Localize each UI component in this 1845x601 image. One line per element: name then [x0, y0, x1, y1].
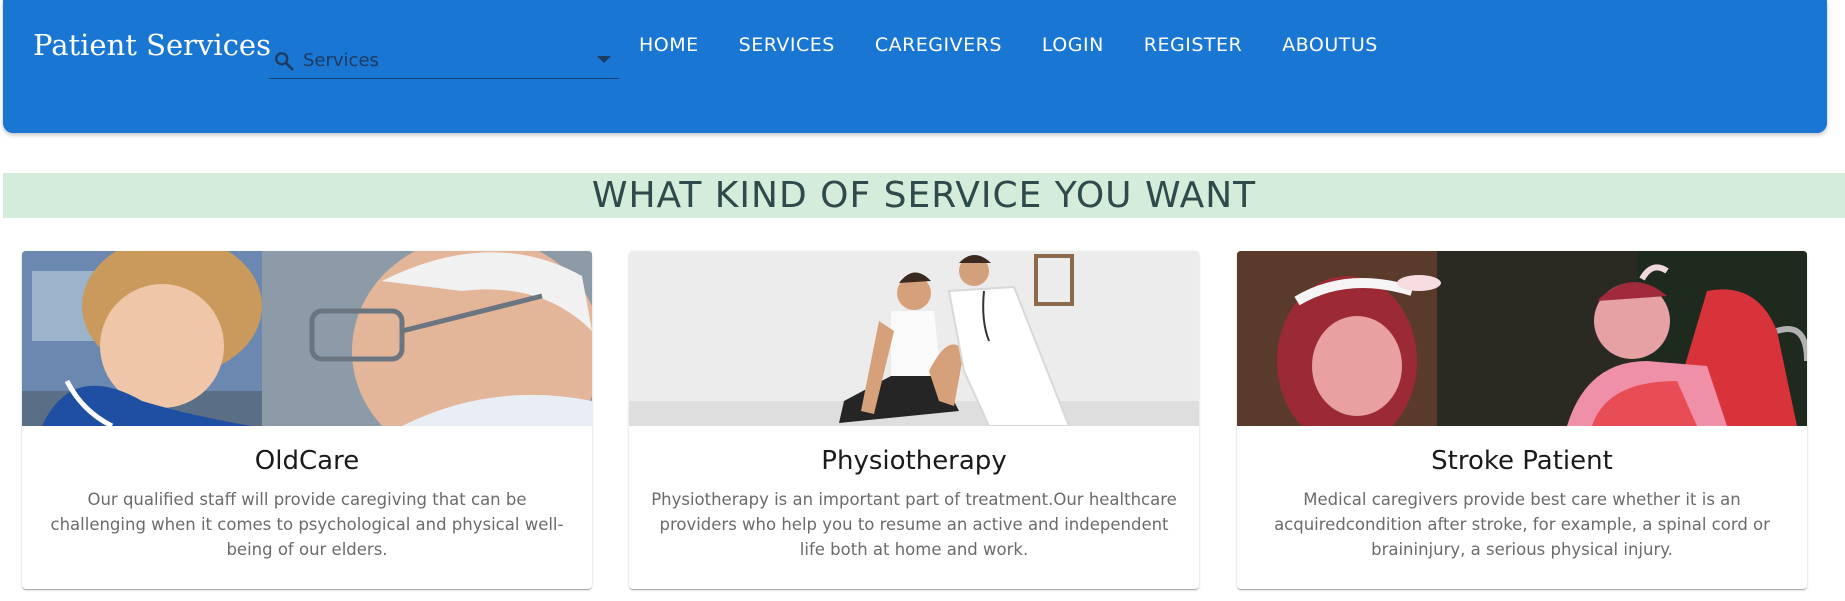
card-title: Stroke Patient: [1431, 446, 1613, 476]
physiotherapy-image: [629, 251, 1199, 426]
card-title: OldCare: [254, 446, 360, 476]
app-bar: Patient Services HOME SERVICES CAREGIVER…: [3, 0, 1827, 133]
search-input[interactable]: [303, 48, 573, 72]
dropdown-arrow-icon[interactable]: [597, 56, 611, 63]
card-description: Our qualified staff will provide caregiv…: [50, 490, 564, 559]
nav-home[interactable]: HOME: [639, 34, 699, 60]
brand-title[interactable]: Patient Services: [33, 28, 271, 62]
nav-caregivers[interactable]: CAREGIVERS: [875, 34, 1002, 60]
services-search[interactable]: [269, 44, 619, 79]
search-icon: [275, 52, 294, 71]
oldcare-image: [22, 251, 592, 426]
card-title: Physiotherapy: [821, 446, 1007, 476]
service-banner: WHAT KIND OF SERVICE YOU WANT: [3, 173, 1845, 218]
nav-register[interactable]: REGISTER: [1144, 34, 1242, 60]
page-heading: WHAT KIND OF SERVICE YOU WANT: [591, 175, 1257, 216]
nav-aboutus[interactable]: ABOUTUS: [1282, 34, 1378, 60]
stroke-patient-image: [1237, 251, 1807, 426]
service-card-stroke-patient[interactable]: Stroke Patient Medical caregivers provid…: [1237, 251, 1807, 589]
service-card-oldcare[interactable]: OldCare Our qualified staff will provide…: [22, 251, 592, 589]
nav-login[interactable]: LOGIN: [1042, 34, 1104, 60]
main-nav: HOME SERVICES CAREGIVERS LOGIN REGISTER …: [639, 34, 1418, 60]
service-card-physiotherapy[interactable]: Physiotherapy Physiotherapy is an import…: [629, 251, 1199, 589]
card-description: Medical caregivers provide best care whe…: [1274, 490, 1770, 559]
card-description: Physiotherapy is an important part of tr…: [651, 490, 1177, 559]
nav-services[interactable]: SERVICES: [739, 34, 835, 60]
